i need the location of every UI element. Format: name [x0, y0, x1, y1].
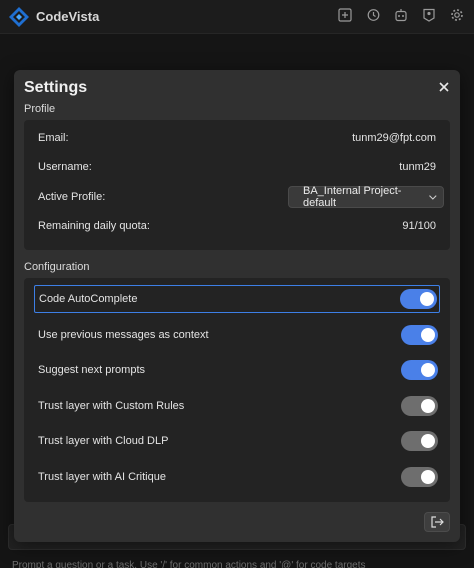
- code-autocomplete-toggle[interactable]: [400, 289, 437, 309]
- logout-icon: [431, 516, 444, 528]
- quota-value: 91/100: [402, 220, 436, 232]
- username-label: Username:: [38, 161, 92, 173]
- config-label: Trust layer with Custom Rules: [38, 400, 185, 412]
- ai-critique-toggle[interactable]: [401, 467, 438, 487]
- config-row-custom-rules[interactable]: Trust layer with Custom Rules: [34, 392, 440, 420]
- configuration-section-label: Configuration: [24, 261, 90, 273]
- config-row-code-autocomplete[interactable]: Code AutoComplete: [34, 285, 440, 313]
- active-profile-value: BA_Internal Project-default: [303, 185, 402, 209]
- codevista-logo-icon: [9, 6, 29, 27]
- close-icon[interactable]: [436, 79, 452, 95]
- quota-row: Remaining daily quota: 91/100: [38, 220, 436, 232]
- toggle-knob: [421, 363, 435, 377]
- config-row-cloud-dlp[interactable]: Trust layer with Cloud DLP: [34, 427, 440, 455]
- settings-dialog: Settings Profile Email: tunm29@fpt.com U…: [14, 70, 460, 542]
- config-label: Trust layer with Cloud DLP: [38, 435, 169, 447]
- active-profile-label: Active Profile:: [38, 191, 106, 203]
- username-value: tunm29: [399, 161, 436, 173]
- toggle-knob: [421, 399, 435, 413]
- config-label: Trust layer with AI Critique: [38, 471, 166, 483]
- custom-rules-toggle[interactable]: [401, 396, 438, 416]
- toggle-knob: [421, 434, 435, 448]
- username-row: Username: tunm29: [38, 161, 436, 173]
- history-icon[interactable]: [366, 8, 380, 22]
- add-panel-icon[interactable]: [338, 8, 352, 22]
- email-label: Email:: [38, 132, 69, 144]
- email-row: Email: tunm29@fpt.com: [38, 132, 436, 144]
- configuration-card: Code AutoComplete Use previous messages …: [24, 278, 450, 502]
- agent-icon[interactable]: [394, 8, 408, 22]
- config-label: Code AutoComplete: [39, 293, 138, 305]
- active-profile-select[interactable]: BA_Internal Project-default: [288, 185, 444, 209]
- toolbar-icons: [338, 8, 464, 22]
- config-row-suggest-prompts[interactable]: Suggest next prompts: [34, 356, 440, 384]
- prompt-hint: Prompt a question or a task. Use '/' for…: [12, 560, 366, 568]
- quota-label: Remaining daily quota:: [38, 220, 150, 232]
- suggest-prompts-toggle[interactable]: [401, 360, 438, 380]
- profile-badge-icon[interactable]: [422, 8, 436, 22]
- cloud-dlp-toggle[interactable]: [401, 431, 438, 451]
- dialog-title: Settings: [24, 79, 88, 96]
- logout-button[interactable]: [424, 512, 450, 532]
- profile-card: Email: tunm29@fpt.com Username: tunm29 A…: [24, 120, 450, 250]
- config-label: Suggest next prompts: [38, 364, 146, 376]
- active-profile-row: Active Profile: BA_Internal Project-defa…: [38, 185, 444, 209]
- config-row-previous-messages[interactable]: Use previous messages as context: [34, 321, 440, 349]
- previous-messages-toggle[interactable]: [401, 325, 438, 345]
- email-value: tunm29@fpt.com: [352, 132, 436, 144]
- toggle-knob: [421, 470, 435, 484]
- top-bar: CodeVista: [0, 0, 474, 34]
- profile-section-label: Profile: [24, 103, 56, 115]
- app-name: CodeVista: [36, 9, 100, 24]
- config-row-ai-critique[interactable]: Trust layer with AI Critique: [34, 463, 440, 491]
- toggle-knob: [421, 328, 435, 342]
- app-root: CodeVista Prompt a question or a task. U…: [0, 0, 474, 568]
- toggle-knob: [420, 292, 434, 306]
- gear-icon[interactable]: [450, 8, 464, 22]
- chevron-down-icon: [429, 194, 437, 200]
- config-label: Use previous messages as context: [38, 329, 209, 341]
